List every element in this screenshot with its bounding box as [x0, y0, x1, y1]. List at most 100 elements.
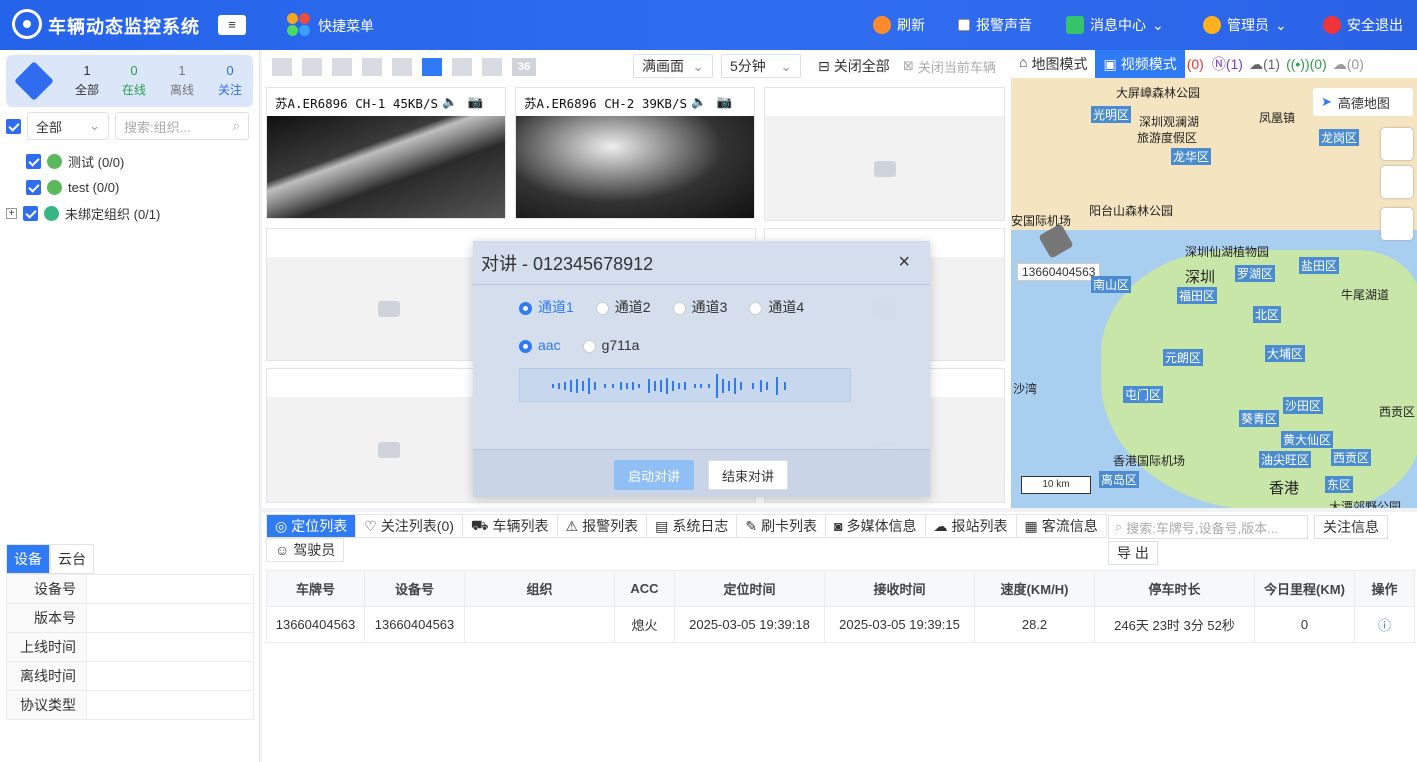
- message-center-button[interactable]: 消息中心 ⌄: [1066, 15, 1164, 35]
- column-header[interactable]: 组织: [464, 570, 615, 607]
- tab-system-log[interactable]: ▤ 系统日志: [646, 514, 738, 538]
- tab-alarm-list[interactable]: ⚠ 报警列表: [556, 514, 648, 538]
- alarm-sound-toggle[interactable]: 报警声音: [958, 15, 1032, 35]
- cube-icon: [14, 61, 54, 101]
- codec-radio[interactable]: g711a: [582, 337, 639, 353]
- video-cell[interactable]: 苏A.ER6896 CH-2 39KB/S 🔈 📷: [515, 87, 755, 219]
- channel-radio[interactable]: 通道3: [672, 297, 727, 317]
- layout-4-icon[interactable]: [332, 58, 352, 76]
- refresh-button[interactable]: 刷新: [873, 15, 925, 35]
- field-value: [86, 661, 254, 691]
- duration-select[interactable]: 5分钟 ⌄: [721, 54, 801, 78]
- map-place: 安国际机场: [1011, 214, 1072, 228]
- channel-radio[interactable]: 通道2: [595, 297, 651, 317]
- stat-follow[interactable]: 0 关注: [210, 63, 250, 98]
- logout-button[interactable]: 安全退出: [1323, 15, 1403, 35]
- signal-count[interactable]: (0): [1310, 56, 1327, 72]
- column-header[interactable]: 速度(KM/H): [974, 570, 1095, 607]
- column-header[interactable]: 停车时长: [1094, 570, 1255, 607]
- offline-count[interactable]: (0): [1347, 56, 1364, 72]
- mute-icon[interactable]: 🔈: [442, 94, 458, 110]
- search-icon[interactable]: ⌕: [233, 118, 240, 134]
- ruler-icon[interactable]: [1381, 208, 1413, 240]
- gaode-map-button[interactable]: ➤ 高德地图: [1313, 88, 1413, 116]
- cloud-count[interactable]: (1): [1263, 56, 1280, 72]
- start-intercom-button[interactable]: 启动对讲: [614, 460, 694, 490]
- admin-menu[interactable]: 管理员 ⌄: [1203, 15, 1287, 35]
- quick-menu-label[interactable]: 快捷菜单: [318, 16, 374, 36]
- zoom-search-icon[interactable]: [1381, 166, 1413, 198]
- fullscreen-icon[interactable]: [272, 58, 292, 76]
- tree-item[interactable]: + 未绑定组织 (0/1): [6, 200, 160, 226]
- column-header[interactable]: 今日里程(KM): [1254, 570, 1355, 607]
- tree-item[interactable]: test (0/0): [12, 174, 160, 200]
- layout-16-icon[interactable]: [482, 58, 502, 76]
- channel-label: 通道4: [768, 299, 805, 315]
- tab-location-list[interactable]: ◎ 定位列表: [266, 514, 357, 538]
- vehicle-map-label[interactable]: 13660404563: [1017, 263, 1101, 281]
- column-header[interactable]: 车牌号: [266, 570, 365, 607]
- tree-checkbox[interactable]: [26, 179, 41, 195]
- video-cell[interactable]: 苏A.ER6896 CH-1 45KB/S 🔈 📷: [266, 87, 506, 219]
- menu-toggle-button[interactable]: ≡: [218, 15, 246, 35]
- select-all-checkbox[interactable]: [6, 118, 21, 134]
- video-cell[interactable]: [764, 87, 1005, 221]
- tab-card-list[interactable]: ✎ 刷卡列表: [736, 514, 827, 538]
- tab-vehicle-list[interactable]: ⛟ 车辆列表: [461, 514, 558, 538]
- video-mode-button[interactable]: ▣ 视频模式: [1095, 50, 1185, 78]
- expand-icon[interactable]: +: [6, 207, 17, 219]
- stat-offline[interactable]: 1 离线: [162, 63, 202, 98]
- layout-36-button[interactable]: 36: [512, 58, 536, 76]
- column-header[interactable]: 设备号: [364, 570, 465, 607]
- export-button[interactable]: 导 出: [1108, 541, 1158, 565]
- column-header[interactable]: ACC: [614, 570, 675, 607]
- channel-radio[interactable]: 通道4: [749, 297, 804, 317]
- n-count[interactable]: (1): [1226, 56, 1243, 72]
- tab-media-info[interactable]: ◙ 多媒体信息: [825, 514, 926, 538]
- map-mode-button[interactable]: ⌂ 地图模式: [1011, 54, 1095, 74]
- tab-station-list[interactable]: ☁ 报站列表: [924, 514, 1017, 538]
- alarm-count[interactable]: (0): [1187, 56, 1204, 72]
- qr-icon[interactable]: [1381, 128, 1413, 160]
- follow-info-button[interactable]: 关注信息: [1314, 515, 1388, 539]
- column-header[interactable]: 定位时间: [674, 570, 825, 607]
- tab-device[interactable]: 设备: [6, 544, 50, 574]
- layout-10-icon[interactable]: [452, 58, 472, 76]
- channel-radio[interactable]: 通道1: [519, 297, 574, 317]
- status-filter-select[interactable]: 全部 ⌄: [27, 112, 109, 140]
- layout-1-icon[interactable]: [302, 58, 322, 76]
- codec-radio[interactable]: aac: [519, 337, 561, 353]
- video-feed: [267, 116, 505, 218]
- snapshot-icon[interactable]: 📷: [717, 94, 733, 110]
- map-panel[interactable]: ⌂ 地图模式 ▣ 视频模式 (0) Ⓝ (1) ☁ (1) ((•)) (0) ☁ (0) …: [1011, 50, 1417, 508]
- tree-item[interactable]: 测试 (0/0): [12, 148, 160, 174]
- tree-checkbox[interactable]: [23, 205, 38, 221]
- tab-passenger-info[interactable]: ▦ 客流信息: [1015, 514, 1107, 538]
- close-all-button[interactable]: ⊟ 关闭全部: [810, 54, 898, 78]
- tab-driver[interactable]: ☺ 驾驶员: [266, 538, 345, 562]
- mute-icon[interactable]: 🔈: [691, 94, 707, 110]
- stat-all[interactable]: 1 全部: [67, 63, 107, 98]
- vehicle-search-input[interactable]: ⌕ 搜索:车牌号,设备号,版本...: [1108, 515, 1308, 539]
- layout-9-icon[interactable]: [422, 58, 442, 76]
- tree-checkbox[interactable]: [26, 153, 41, 169]
- quick-menu-icon[interactable]: [287, 13, 311, 37]
- table-row[interactable]: 13660404563 13660404563 熄火 2025-03-05 19…: [266, 606, 1415, 643]
- alarm-sound-checkbox[interactable]: [958, 19, 970, 31]
- fill-mode-select[interactable]: 满画面 ⌄: [633, 54, 713, 78]
- info-icon[interactable]: ⓘ: [1378, 618, 1391, 633]
- plate-cell: 13660404563: [266, 606, 365, 643]
- layout-6-icon[interactable]: [362, 58, 382, 76]
- org-search-input[interactable]: 搜索:组织... ⌕: [115, 112, 249, 140]
- stat-online[interactable]: 0 在线: [114, 63, 154, 98]
- close-current-button[interactable]: ⊠ 关闭当前车辆: [895, 54, 1004, 78]
- tab-ptz[interactable]: 云台: [50, 544, 94, 574]
- close-icon[interactable]: ×: [898, 251, 910, 274]
- tab-follow-list[interactable]: ♡ 关注列表(0): [355, 514, 463, 538]
- map-toolbar: ⌂ 地图模式 ▣ 视频模式 (0) Ⓝ (1) ☁ (1) ((•)) (0) ☁ (0): [1011, 50, 1417, 78]
- layout-8-icon[interactable]: [392, 58, 412, 76]
- snapshot-icon[interactable]: 📷: [468, 94, 484, 110]
- end-intercom-button[interactable]: 结束对讲: [708, 460, 788, 490]
- column-header[interactable]: 接收时间: [824, 570, 975, 607]
- stat-all-count: 1: [83, 63, 91, 78]
